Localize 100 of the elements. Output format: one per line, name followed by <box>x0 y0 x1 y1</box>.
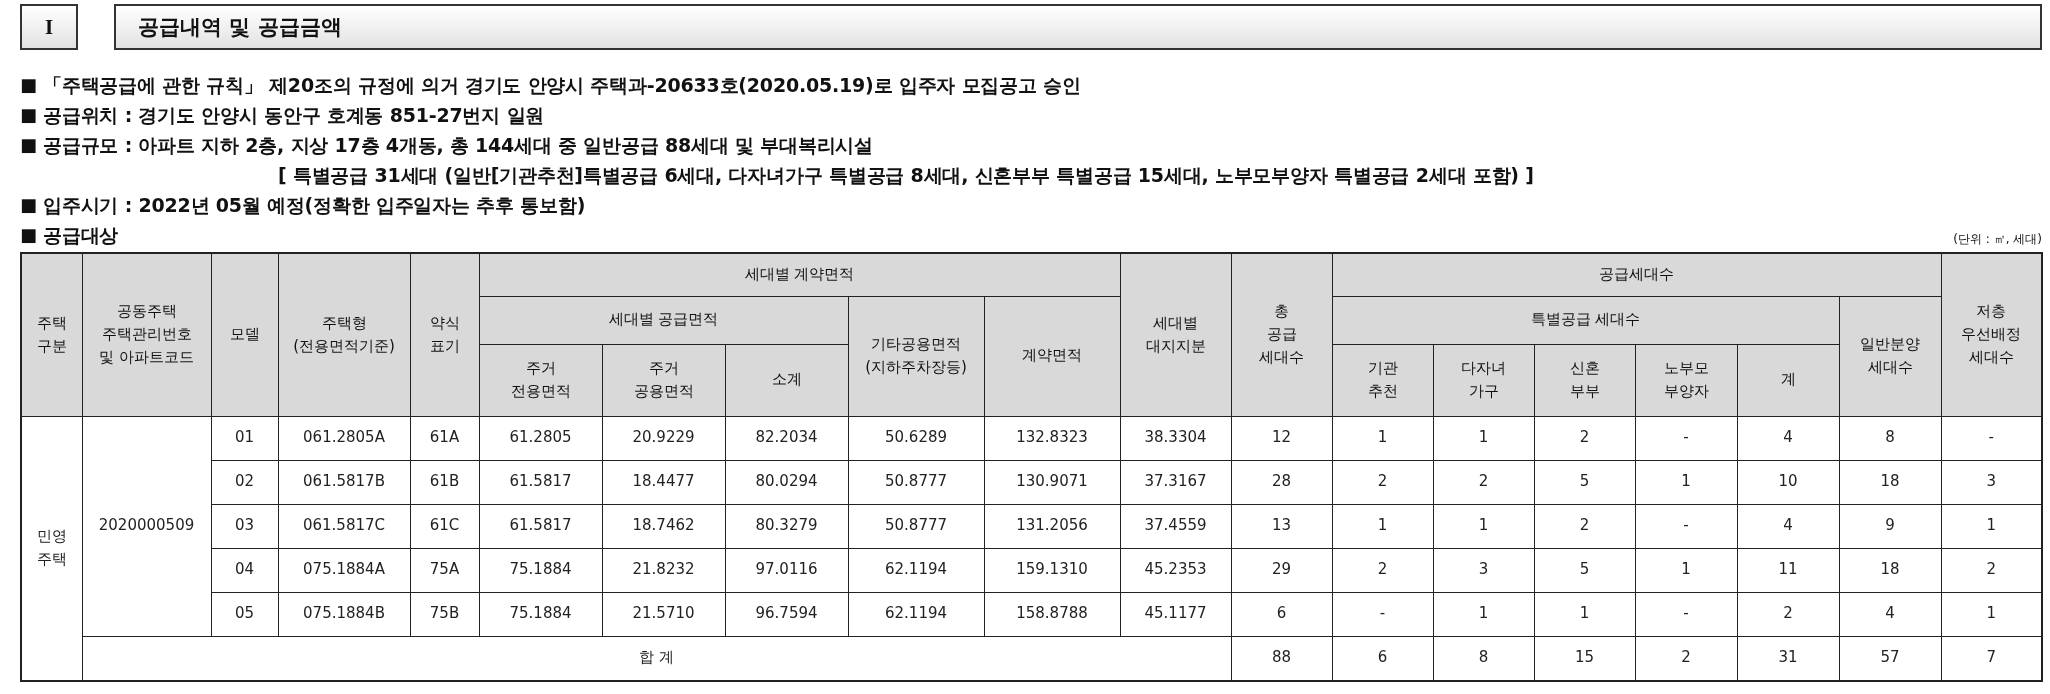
table-cell: 05 <box>211 592 278 636</box>
table-cell: 18 <box>1839 460 1942 504</box>
header-cell: 신혼 부부 <box>1534 344 1635 416</box>
header-cell: 주택 구분 <box>21 253 82 416</box>
table-cell: 61B <box>410 460 479 504</box>
bullet-marker: ■ <box>20 73 37 97</box>
header-cell: 공동주택 주택관리번호 및 아파트코드 <box>82 253 211 416</box>
table-cell: 2 <box>1332 548 1433 592</box>
table-cell: 5 <box>1534 548 1635 592</box>
table-cell: 4 <box>1737 504 1839 548</box>
table-cell: 8 <box>1839 416 1942 460</box>
table-cell: 061.5817B <box>278 460 410 504</box>
table-cell: 50.6289 <box>848 416 984 460</box>
table-cell: 061.2805A <box>278 416 410 460</box>
bullet-marker: ■ <box>20 103 37 127</box>
table-cell: 80.0294 <box>725 460 848 504</box>
table-cell: 61C <box>410 504 479 548</box>
table-cell: 159.1310 <box>984 548 1120 592</box>
bullet-marker: ■ <box>20 193 37 217</box>
header-cell: 주거 공용면적 <box>602 344 725 416</box>
table-cell: 18.7462 <box>602 504 725 548</box>
table-cell: 21.8232 <box>602 548 725 592</box>
table-cell: 61.5817 <box>479 460 602 504</box>
table-cell: 2 <box>1737 592 1839 636</box>
table-cell: 62.1194 <box>848 592 984 636</box>
header-cell: 주거 전용면적 <box>479 344 602 416</box>
table-cell: - <box>1635 504 1737 548</box>
table-cell: 1 <box>1433 592 1534 636</box>
header-cell: 기관 추천 <box>1332 344 1433 416</box>
table-cell: 1 <box>1433 504 1534 548</box>
table-cell: 61.2805 <box>479 416 602 460</box>
table-cell: 02 <box>211 460 278 504</box>
table-cell: 5 <box>1534 460 1635 504</box>
header-cell: 세대별 공급면적 <box>479 296 848 344</box>
header-cell: 일반분양 세대수 <box>1839 296 1942 416</box>
table-cell: 61A <box>410 416 479 460</box>
table-cell: 130.9071 <box>984 460 1120 504</box>
table-cell: 075.1884A <box>278 548 410 592</box>
bullet-marker: ■ <box>20 133 37 157</box>
note-line: [ 특별공급 31세대 (일반[기관추천]특별공급 6세대, 다자녀가구 특별공급 8세대, 신혼부부 특별공급 15세대, 노부모부양자 특별공급 2세대 포함) ] <box>278 163 1534 188</box>
header-cell: 계 <box>1737 344 1839 416</box>
table-cell: 061.5817C <box>278 504 410 548</box>
table-cell: 1 <box>1635 548 1737 592</box>
table-cell: 75A <box>410 548 479 592</box>
table-cell: 6 <box>1231 592 1332 636</box>
table-cell: 38.3304 <box>1120 416 1231 460</box>
table-cell: 18 <box>1839 548 1942 592</box>
note-line: 「주택공급에 관한 규칙」 제20조의 규정에 의거 경기도 안양시 주택과-20633호(2020.05.19)로 입주자 모집공고 승인 <box>43 73 1081 98</box>
table-cell: 82.2034 <box>725 416 848 460</box>
table-cell: 1 <box>1433 416 1534 460</box>
table-cell: 75.1884 <box>479 592 602 636</box>
table-cell: 2020000509 <box>82 416 211 636</box>
table-cell: 75.1884 <box>479 548 602 592</box>
table-cell: 21.5710 <box>602 592 725 636</box>
bullet-marker: ■ <box>20 223 37 247</box>
header-cell: 저층 우선배정 세대수 <box>1941 253 2043 416</box>
table-cell: 28 <box>1231 460 1332 504</box>
table-cell: 11 <box>1737 548 1839 592</box>
header-cell: 세대별 대지지분 <box>1120 253 1231 416</box>
table-cell: 50.8777 <box>848 504 984 548</box>
table-cell: 80.3279 <box>725 504 848 548</box>
table-cell: 18.4477 <box>602 460 725 504</box>
header-cell: 주택형 (전용면적기준) <box>278 253 410 416</box>
header-cell: 기타공용면적 (지하주차장등) <box>848 296 984 416</box>
header-cell: 총 공급 세대수 <box>1231 253 1332 416</box>
header-cell: 노부모 부양자 <box>1635 344 1737 416</box>
table-cell: 2 <box>1534 416 1635 460</box>
unit-note: (단위 : ㎡, 세대) <box>1953 231 2042 248</box>
table-cell: 075.1884B <box>278 592 410 636</box>
table-cell: 13 <box>1231 504 1332 548</box>
table-cell: 45.2353 <box>1120 548 1231 592</box>
table-cell: 10 <box>1737 460 1839 504</box>
table-cell: 01 <box>211 416 278 460</box>
table-cell: 1 <box>1332 416 1433 460</box>
table-cell: 2 <box>1534 504 1635 548</box>
table-cell: 37.3167 <box>1120 460 1231 504</box>
table-cell: 97.0116 <box>725 548 848 592</box>
table-cell: 61.5817 <box>479 504 602 548</box>
table-cell: 1 <box>1534 592 1635 636</box>
header-cell: 모델 <box>211 253 278 416</box>
table-cell: 75B <box>410 592 479 636</box>
table-cell: 3 <box>1433 548 1534 592</box>
table-cell: 50.8777 <box>848 460 984 504</box>
table-cell: 2 <box>1433 460 1534 504</box>
note-line: 입주시기 : 2022년 05월 예정(정확한 입주일자는 추후 통보함) <box>43 193 586 218</box>
table-cell: 62.1194 <box>848 548 984 592</box>
table-cell: 04 <box>211 548 278 592</box>
table-cell: 96.7594 <box>725 592 848 636</box>
header-cell: 세대별 계약면적 <box>479 253 1120 296</box>
table-cell: 20.9229 <box>602 416 725 460</box>
table-cell: 29 <box>1231 548 1332 592</box>
header-cell: 소계 <box>725 344 848 416</box>
section-number: I <box>20 4 78 50</box>
note-line: 공급대상 <box>43 223 119 248</box>
table-cell: 4 <box>1737 416 1839 460</box>
header-cell: 다자녀 가구 <box>1433 344 1534 416</box>
table-cell: 131.2056 <box>984 504 1120 548</box>
table-cell: - <box>1332 592 1433 636</box>
table-cell: 37.4559 <box>1120 504 1231 548</box>
table-cell: - <box>1635 416 1737 460</box>
